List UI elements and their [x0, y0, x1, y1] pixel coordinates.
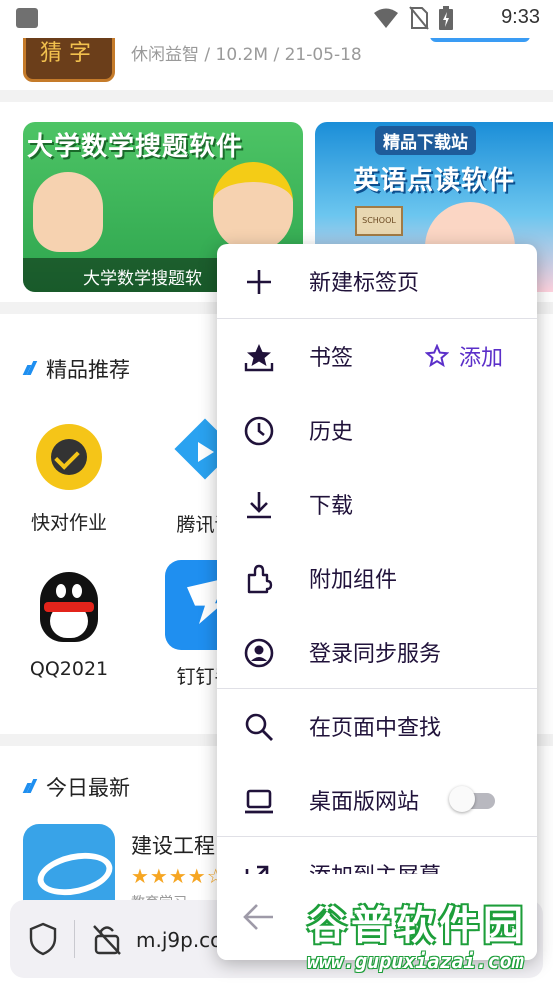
shield-icon[interactable]	[28, 922, 58, 956]
divider	[74, 920, 75, 958]
clock-time: 9:33	[501, 6, 540, 28]
menu-label: 新建标签页	[309, 271, 420, 296]
insecure-lock-icon[interactable]	[92, 922, 122, 956]
section-header: 精品推荐	[24, 354, 130, 384]
search-icon	[245, 713, 273, 741]
rating-stars: ★★★★☆	[131, 864, 226, 888]
section-mark-icon	[24, 778, 34, 796]
menu-item-desktop-site[interactable]: 桌面版网站	[217, 763, 537, 837]
thumb-text: 猜 字	[40, 41, 91, 66]
account-icon	[244, 638, 274, 668]
add-bookmark-button[interactable]: 添加	[425, 340, 503, 372]
wifi-icon	[374, 8, 398, 28]
menu-label: 在页面中查找	[309, 716, 442, 741]
banner-title: 英语点读软件	[353, 166, 516, 196]
clock-icon	[244, 416, 274, 446]
url-text[interactable]: m.j9p.co	[136, 928, 222, 952]
plus-icon	[247, 270, 271, 294]
section-title: 精品推荐	[46, 358, 130, 382]
status-bar: 9:33	[0, 0, 553, 38]
qq-penguin-app-icon	[34, 568, 104, 644]
puzzle-icon	[247, 564, 273, 594]
menu-label: 历史	[309, 420, 354, 445]
app-kuaidui[interactable]: 快对作业	[14, 424, 124, 535]
menu-item-new-tab[interactable]: 新建标签页	[217, 244, 537, 318]
app-name: QQ2021	[29, 658, 109, 680]
app-name[interactable]: 建设工程	[131, 830, 215, 860]
star-outline-icon	[425, 344, 449, 368]
browser-overflow-menu: 新建标签页 书签 添加 历史 下载 附加组件 登录同步服务 在页面中查找 桌面版…	[217, 244, 537, 960]
watermark: 谷普软件园 www.gupuxiazai.com	[303, 893, 551, 979]
watermark-url: www.gupuxiazai.com	[307, 949, 524, 973]
section-mark-icon	[24, 360, 34, 378]
laptop-icon	[245, 789, 273, 814]
bookmark-icon	[244, 344, 274, 372]
app-name: 快对作业	[30, 512, 107, 534]
section-title: 今日最新	[46, 776, 130, 800]
menu-label: 书签	[309, 346, 354, 371]
list-item[interactable]: 猜 字 休闲益智 / 10.2M / 21-05-18	[0, 28, 553, 90]
menu-item-sync[interactable]: 登录同步服务	[217, 615, 537, 689]
menu-item-find-in-page[interactable]: 在页面中查找	[217, 689, 537, 763]
teacher-illustration	[33, 172, 103, 252]
no-sim-icon	[409, 6, 429, 30]
notification-icon	[16, 8, 38, 28]
app-qq[interactable]: QQ2021	[14, 568, 124, 680]
student-illustration	[213, 162, 293, 252]
menu-label: 桌面版网站	[309, 790, 420, 815]
menu-item-history[interactable]: 历史	[217, 393, 537, 467]
desktop-site-toggle[interactable]	[449, 786, 495, 812]
menu-item-downloads[interactable]: 下载	[217, 467, 537, 541]
kuaidui-app-icon	[36, 424, 102, 490]
item-meta: 休闲益智 / 10.2M / 21-05-18	[131, 45, 362, 65]
school-illustration: SCHOOL	[355, 206, 403, 236]
banner-title: 大学数学搜题软件	[27, 132, 244, 162]
battery-icon	[439, 6, 453, 30]
section-header: 今日最新	[24, 772, 130, 802]
divider	[0, 90, 553, 102]
download-icon	[247, 492, 271, 519]
banner-tag: 精品下载站	[375, 126, 476, 155]
menu-label: 下载	[309, 494, 354, 519]
status-icons	[373, 6, 453, 30]
menu-label: 附加组件	[309, 568, 398, 593]
menu-item-addons[interactable]: 附加组件	[217, 541, 537, 615]
watermark-title: 谷普软件园	[307, 903, 527, 949]
menu-item-bookmarks[interactable]: 书签 添加	[217, 319, 537, 393]
back-arrow-icon[interactable]	[241, 902, 275, 932]
add-label: 添加	[459, 346, 504, 371]
menu-label: 登录同步服务	[309, 642, 442, 667]
